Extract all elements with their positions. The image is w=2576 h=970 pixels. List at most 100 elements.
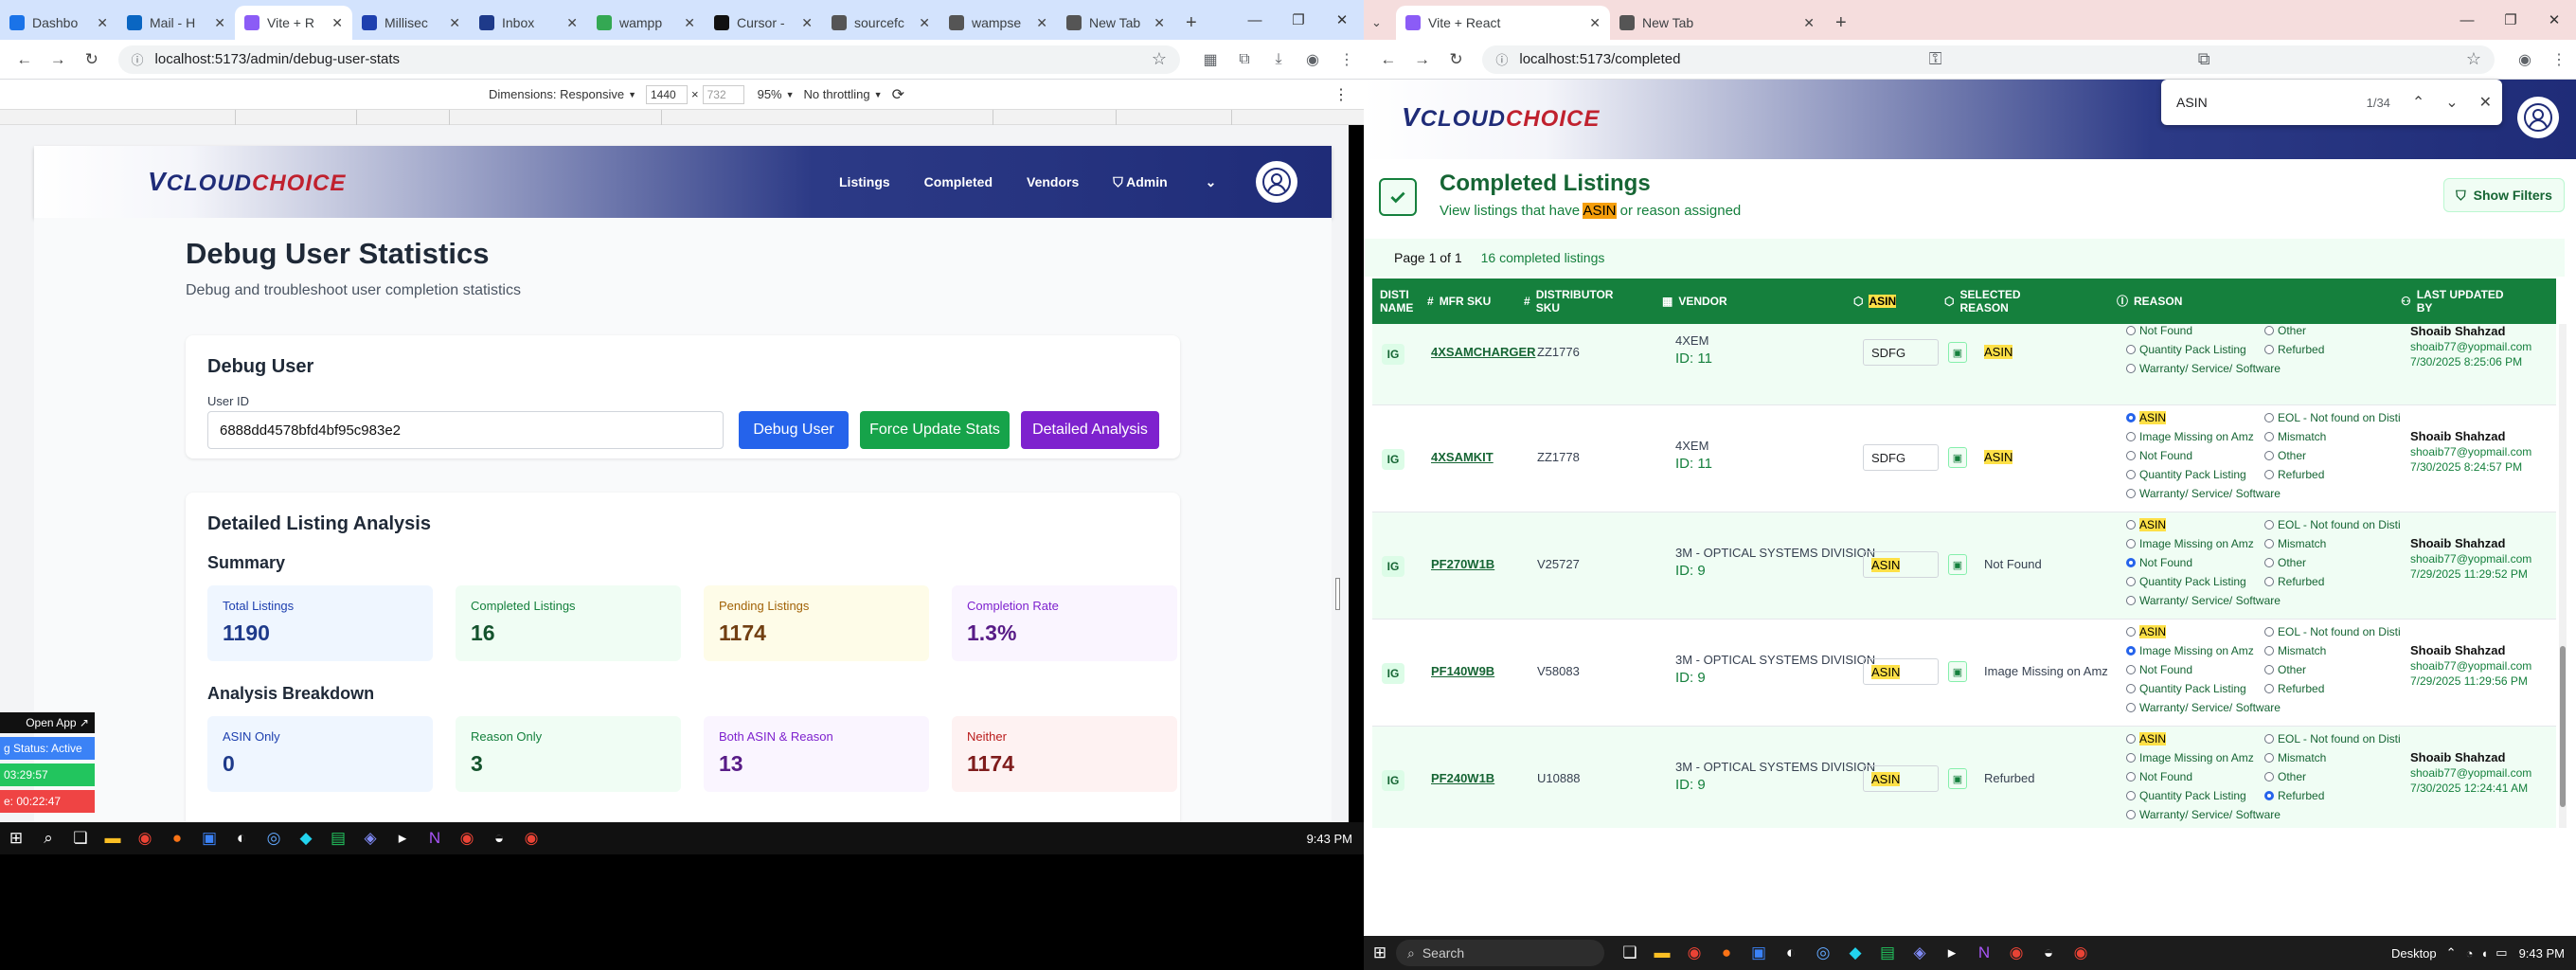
radio-icon[interactable]: [2264, 520, 2274, 530]
radio-icon[interactable]: [2126, 703, 2136, 712]
app-icon[interactable]: ◐: [225, 822, 258, 854]
chevron-up-icon[interactable]: ⌃: [2446, 945, 2457, 961]
reason-option[interactable]: Not Found: [2126, 663, 2192, 676]
close-tab-icon[interactable]: ✕: [214, 15, 225, 31]
radio-icon[interactable]: [2126, 627, 2136, 637]
reason-option[interactable]: Refurbed: [2264, 468, 2324, 481]
rotate-icon[interactable]: ⟳: [892, 85, 904, 104]
terminal-icon[interactable]: ▸: [386, 822, 419, 854]
reason-option[interactable]: Quantity Pack Listing: [2126, 575, 2246, 588]
reason-option[interactable]: Quantity Pack Listing: [2126, 682, 2246, 695]
new-tab-button[interactable]: +: [1174, 6, 1208, 40]
reason-option[interactable]: Warranty/ Service/ Software: [2126, 362, 2281, 375]
reason-option[interactable]: ASIN: [2126, 411, 2167, 424]
tab-2[interactable]: Vite + R ✕: [235, 6, 352, 40]
task-view-icon[interactable]: ❏: [1614, 937, 1646, 969]
radio-icon[interactable]: [2126, 345, 2136, 354]
back-icon[interactable]: ←: [15, 50, 34, 69]
radio-icon[interactable]: [2126, 470, 2136, 479]
close-tab-icon[interactable]: ✕: [1036, 15, 1047, 31]
excel-icon[interactable]: ▤: [1871, 937, 1904, 969]
radio-icon[interactable]: [2264, 734, 2274, 744]
chevron-up-icon[interactable]: ⌃: [2402, 93, 2435, 112]
mfr-sku-link[interactable]: PF270W1B: [1431, 557, 1494, 571]
volume-icon[interactable]: ◖: [2480, 946, 2488, 961]
radio-icon[interactable]: [2264, 684, 2274, 693]
radio-icon[interactable]: [2264, 413, 2274, 422]
radio-icon[interactable]: [2264, 577, 2274, 586]
radio-icon[interactable]: [2126, 596, 2136, 605]
search-icon[interactable]: ⌕: [32, 822, 64, 854]
width-input[interactable]: 1440: [646, 84, 688, 104]
user-avatar-icon[interactable]: [2517, 97, 2559, 138]
save-asin-icon[interactable]: ▣: [1948, 661, 1967, 682]
radio-icon[interactable]: [2126, 684, 2136, 693]
chevron-down-icon[interactable]: ⌄: [2435, 93, 2468, 112]
radio-icon[interactable]: [2264, 646, 2274, 656]
user-id-input[interactable]: 6888dd4578bfd4bf95c983e2: [207, 411, 724, 449]
install-icon[interactable]: ⧉: [2198, 49, 2210, 69]
desktop-label[interactable]: Desktop: [2391, 946, 2437, 961]
app-icon[interactable]: ▣: [1743, 937, 1775, 969]
reason-option[interactable]: Other: [2264, 770, 2306, 783]
minimize-icon[interactable]: —: [2445, 12, 2489, 28]
firefox-icon[interactable]: ●: [161, 822, 193, 854]
vscode-icon[interactable]: ◆: [290, 822, 322, 854]
asin-input[interactable]: SDFG: [1863, 444, 1939, 471]
nav-admin[interactable]: ⛉ Admin ⌄: [1113, 174, 1216, 190]
zoom-select[interactable]: 95%: [758, 87, 782, 101]
reason-option[interactable]: Mismatch: [2264, 430, 2326, 443]
reason-option[interactable]: ASIN: [2126, 732, 2167, 745]
chrome-icon[interactable]: ◉: [515, 822, 547, 854]
tab-7[interactable]: sourcefc ✕: [822, 6, 939, 40]
close-tab-icon[interactable]: ✕: [1803, 15, 1815, 31]
bookmark-star-icon[interactable]: ☆: [1152, 49, 1167, 69]
download-icon[interactable]: ⤓: [1261, 51, 1296, 68]
resize-handle[interactable]: [1335, 578, 1340, 610]
tab-5[interactable]: wampp ✕: [587, 6, 705, 40]
address-bar[interactable]: ⓘ localhost:5173/completed ⚿ ⧉ ☆: [1482, 45, 2495, 74]
app-icon[interactable]: ◎: [258, 822, 290, 854]
radio-icon[interactable]: [2126, 520, 2136, 530]
app-icon[interactable]: ◎: [1807, 937, 1839, 969]
close-icon[interactable]: ✕: [1320, 11, 1364, 28]
radio-icon[interactable]: [2264, 539, 2274, 548]
chrome-icon[interactable]: ◉: [451, 822, 483, 854]
reason-option[interactable]: Mismatch: [2264, 644, 2326, 657]
tab-search-icon[interactable]: ⌄: [1371, 15, 1390, 30]
reason-option[interactable]: Not Found: [2126, 449, 2192, 462]
close-tab-icon[interactable]: ✕: [449, 15, 460, 31]
nav-vendors[interactable]: Vendors: [1027, 174, 1079, 189]
force-update-stats-button[interactable]: Force Update Stats: [860, 411, 1010, 449]
new-tab-button[interactable]: +: [1824, 6, 1858, 40]
profile-icon[interactable]: ◉: [2508, 50, 2542, 69]
radio-icon[interactable]: [2264, 753, 2274, 763]
tab-3[interactable]: Millisec ✕: [352, 6, 470, 40]
reason-option[interactable]: Other: [2264, 556, 2306, 569]
asin-input[interactable]: ASIN: [1863, 658, 1939, 685]
reason-option[interactable]: Warranty/ Service/ Software: [2126, 594, 2281, 607]
close-tab-icon[interactable]: ✕: [566, 15, 578, 31]
reason-option[interactable]: Mismatch: [2264, 751, 2326, 764]
nav-completed[interactable]: Completed: [924, 174, 993, 189]
puzzle-icon[interactable]: ⧉: [1227, 51, 1261, 68]
site-info-icon[interactable]: ⓘ: [1495, 50, 1508, 68]
forward-icon[interactable]: →: [1413, 50, 1432, 69]
reason-option[interactable]: Mismatch: [2264, 537, 2326, 550]
save-asin-icon[interactable]: ▣: [1948, 768, 1967, 789]
reason-option[interactable]: Other: [2264, 324, 2306, 337]
mfr-sku-link[interactable]: PF140W9B: [1431, 664, 1494, 678]
close-icon[interactable]: ✕: [2469, 93, 2502, 112]
menu-icon[interactable]: ⋮: [2542, 50, 2576, 69]
reason-option[interactable]: Quantity Pack Listing: [2126, 343, 2246, 356]
radio-icon[interactable]: [2126, 451, 2136, 460]
reason-option[interactable]: Quantity Pack Listing: [2126, 789, 2246, 802]
reload-icon[interactable]: ↻: [82, 50, 101, 69]
reason-option[interactable]: Not Found: [2126, 556, 2192, 569]
teams-icon[interactable]: ◈: [1904, 937, 1936, 969]
radio-icon[interactable]: [2126, 432, 2136, 441]
password-key-icon[interactable]: ⚿: [1929, 49, 1942, 69]
reason-option[interactable]: Warranty/ Service/ Software: [2126, 808, 2281, 821]
tab-4[interactable]: Inbox ✕: [470, 6, 587, 40]
reason-option[interactable]: Refurbed: [2264, 682, 2324, 695]
